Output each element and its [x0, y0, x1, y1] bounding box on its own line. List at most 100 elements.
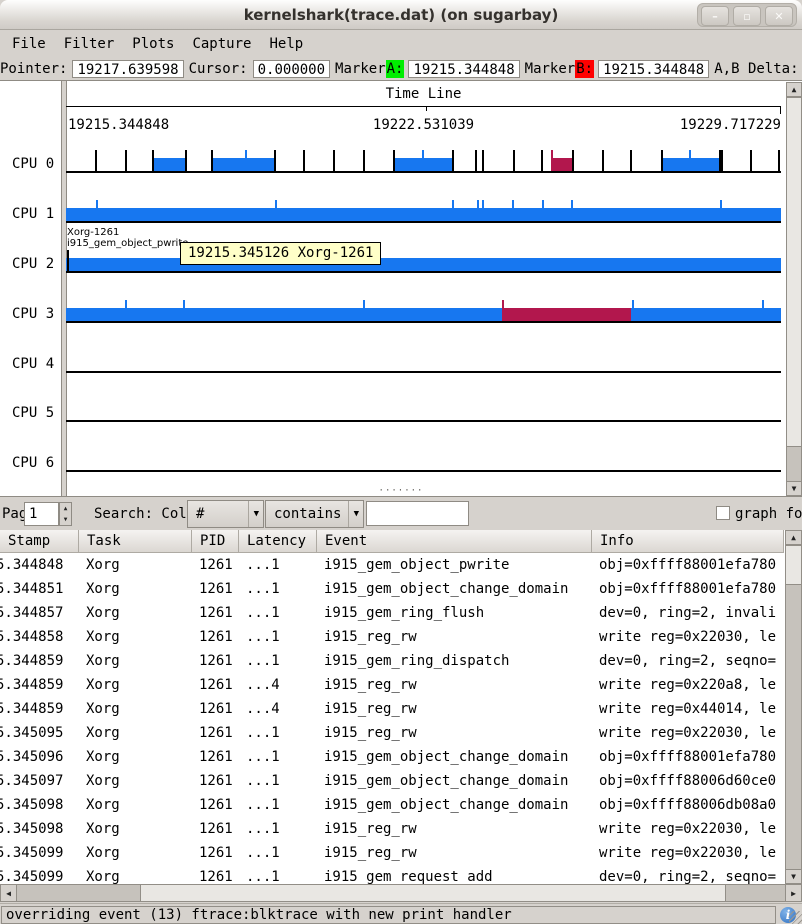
cpu-row-6[interactable]: [66, 422, 781, 472]
column-header-info[interactable]: Info: [592, 530, 784, 553]
event-tick-blue: [183, 300, 185, 321]
cpu-label-6: CPU 6: [12, 455, 54, 471]
menu-item-help[interactable]: Help: [260, 33, 312, 55]
pane-splitter-handle[interactable]: ·······: [0, 487, 802, 498]
cell-event: i915_reg_rw: [317, 673, 592, 697]
table-row[interactable]: 5.344857Xorg1261...1i915_gem_ring_flushd…: [0, 601, 802, 625]
cpu-row-4[interactable]: [66, 323, 781, 373]
marker-b-badge[interactable]: B:: [575, 60, 594, 78]
list-scroll-up-icon[interactable]: ▲: [785, 530, 802, 545]
graph-scrollbar-thumb[interactable]: [786, 97, 802, 447]
resize-grip[interactable]: [789, 911, 802, 924]
cell-event: i915_gem_object_change_domain: [317, 769, 592, 793]
cell-pid: 1261: [192, 673, 239, 697]
column-header-pid[interactable]: PID: [192, 530, 239, 553]
cell-event: i915_reg_rw: [317, 817, 592, 841]
cell-latency: ...4: [239, 673, 317, 697]
maximize-button[interactable]: ▫: [733, 6, 761, 26]
spin-up-icon[interactable]: ▲: [64, 505, 68, 512]
cell-task: Xorg: [79, 673, 192, 697]
task-bar[interactable]: [66, 208, 781, 221]
table-row[interactable]: 5.344851Xorg1261...1i915_gem_object_chan…: [0, 577, 802, 601]
table-row[interactable]: 5.345099Xorg1261...1i915_gem_request_add…: [0, 865, 802, 884]
task-bar[interactable]: [66, 258, 781, 271]
cpu-row-5[interactable]: [66, 372, 781, 422]
match-select[interactable]: contains ▼: [265, 500, 364, 528]
cpu-row-0[interactable]: [66, 123, 781, 173]
titlebar[interactable]: kernelshark(trace.dat) (on sugarbay) – ▫…: [0, 0, 802, 30]
cell-pid: 1261: [192, 817, 239, 841]
column-header-task[interactable]: Task: [79, 530, 192, 553]
table-row[interactable]: 5.344858Xorg1261...1i915_reg_rwwrite reg…: [0, 625, 802, 649]
table-row[interactable]: 5.345095Xorg1261...1i915_reg_rwwrite reg…: [0, 721, 802, 745]
column-header-stamp[interactable]: Stamp: [0, 530, 79, 553]
table-row[interactable]: 5.345097Xorg1261...1i915_gem_object_chan…: [0, 769, 802, 793]
table-row[interactable]: 5.345098Xorg1261...1i915_reg_rwwrite reg…: [0, 817, 802, 841]
event-list[interactable]: StampTaskPIDLatencyEventInfo 5.344848Xor…: [0, 530, 802, 884]
cpu-row-1[interactable]: [66, 173, 781, 223]
column-select[interactable]: # ▼: [187, 500, 264, 528]
event-tick-red: [551, 150, 553, 171]
column-header-event[interactable]: Event: [317, 530, 592, 553]
timeline-plot[interactable]: Time Line 19215.344848 19222.531039 1922…: [66, 81, 781, 496]
menu-item-filter[interactable]: Filter: [55, 33, 124, 55]
list-vertical-scrollbar[interactable]: ▲ ▼: [785, 530, 802, 884]
graph-scroll-up-icon[interactable]: ▲: [786, 82, 802, 97]
cell-task: Xorg: [79, 745, 192, 769]
task-bar[interactable]: [66, 308, 781, 321]
scroll-right-icon[interactable]: ▶: [785, 884, 802, 902]
event-tick-blue: [477, 200, 479, 221]
column-header-latency[interactable]: Latency: [239, 530, 317, 553]
cell-info: dev=0, ring=2, seqno=: [592, 865, 784, 884]
search-input[interactable]: [366, 501, 469, 526]
menu-item-file[interactable]: File: [3, 33, 55, 55]
cpu-label-4: CPU 4: [12, 356, 54, 372]
cell-stamp: 5.344848: [0, 553, 79, 577]
cpu-row-3[interactable]: [66, 273, 781, 323]
list-scrollbar-thumb[interactable]: [785, 545, 802, 585]
pointer-label: Pointer:: [0, 61, 67, 77]
graph-vertical-scrollbar[interactable]: ▲ ▼: [786, 82, 802, 496]
timeline-graph-pane[interactable]: CPU 0CPU 1CPU 2CPU 3CPU 4CPU 5CPU 6 Time…: [0, 80, 802, 497]
task-bar[interactable]: [152, 158, 185, 171]
table-row[interactable]: 5.345098Xorg1261...1i915_gem_object_chan…: [0, 793, 802, 817]
event-tick: [475, 150, 477, 171]
table-row[interactable]: 5.344848Xorg1261...1i915_gem_object_pwri…: [0, 553, 802, 577]
window-buttons: – ▫ ✕: [697, 3, 797, 27]
task-bar[interactable]: [211, 158, 274, 171]
spin-down-icon[interactable]: ▼: [64, 516, 68, 523]
cell-pid: 1261: [192, 601, 239, 625]
table-row[interactable]: 5.344859Xorg1261...4i915_reg_rwwrite reg…: [0, 673, 802, 697]
cell-stamp: 5.345099: [0, 865, 79, 884]
menu-item-capture[interactable]: Capture: [183, 33, 260, 55]
cell-pid: 1261: [192, 553, 239, 577]
cell-latency: ...1: [239, 793, 317, 817]
page-spinbox[interactable]: 1: [24, 502, 59, 526]
list-horizontal-scrollbar[interactable]: ◀ ▶: [0, 884, 802, 902]
cell-info: obj=0xffff88006d60ce0: [592, 769, 784, 793]
marker-b-group: Marker B: 19215.344848: [525, 60, 710, 78]
minimize-button[interactable]: –: [701, 6, 729, 26]
cpu-row-2[interactable]: [66, 223, 781, 273]
table-row[interactable]: 5.345099Xorg1261...1i915_reg_rwwrite reg…: [0, 841, 802, 865]
cell-task: Xorg: [79, 601, 192, 625]
close-button[interactable]: ✕: [765, 6, 793, 26]
marker-a-badge[interactable]: A:: [386, 60, 405, 78]
graph-follows-checkbox[interactable]: [716, 506, 730, 520]
task-bar-red[interactable]: [502, 308, 631, 321]
table-row[interactable]: 5.344859Xorg1261...4i915_reg_rwwrite reg…: [0, 697, 802, 721]
page-spinner[interactable]: ▲ ▼: [59, 502, 72, 526]
scroll-left-icon[interactable]: ◀: [0, 884, 17, 902]
table-row[interactable]: 5.345096Xorg1261...1i915_gem_object_chan…: [0, 745, 802, 769]
cell-task: Xorg: [79, 817, 192, 841]
cell-pid: 1261: [192, 721, 239, 745]
list-scroll-down-icon[interactable]: ▼: [785, 869, 802, 884]
hscrollbar-thumb[interactable]: [140, 884, 726, 902]
cell-latency: ...1: [239, 745, 317, 769]
cell-stamp: 5.345095: [0, 721, 79, 745]
table-row[interactable]: 5.344859Xorg1261...1i915_gem_ring_dispat…: [0, 649, 802, 673]
timeline-title: Time Line: [66, 86, 781, 102]
menu-item-plots[interactable]: Plots: [123, 33, 183, 55]
cell-info: obj=0xffff88001efa780: [592, 553, 784, 577]
task-bar-red[interactable]: [551, 158, 572, 171]
